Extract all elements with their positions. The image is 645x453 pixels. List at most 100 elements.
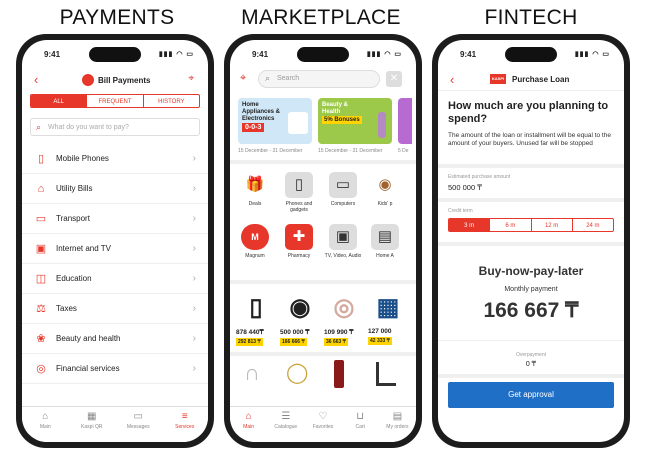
nav-messages[interactable]: ▭ Messages (115, 407, 162, 442)
ring-image: ◯ (286, 362, 309, 384)
divider (438, 90, 624, 91)
signal-icons: ▮▮▮ ◠ ▭ (158, 51, 194, 58)
pharmacy-icon: ✚ (285, 224, 313, 250)
category-tv[interactable]: ▣ TV, Video, Audio (322, 224, 364, 259)
chevron-right-icon: › (192, 183, 196, 194)
nav-label: Catalogue (274, 424, 298, 430)
amount-input[interactable]: 500 000 ₸ (448, 183, 482, 192)
chevron-right-icon: › (192, 363, 196, 374)
banner-partial[interactable] (398, 98, 412, 144)
product-card[interactable]: ◉ 500 000 ₸ 166 666 ₸ (280, 290, 320, 346)
chevron-right-icon: › (192, 153, 196, 164)
divider (438, 374, 624, 378)
back-icon[interactable]: ‹ (450, 72, 454, 87)
product-price: 500 000 ₸ (280, 329, 310, 336)
term-3m[interactable]: 3 m (449, 219, 491, 231)
laptop-icon: ▭ (329, 172, 357, 198)
chevron-right-icon: › (192, 303, 196, 314)
nav-favorites[interactable]: ♡ Favorites (304, 407, 341, 442)
search-input[interactable]: ⌕ What do you want to pay? (30, 118, 200, 136)
product-card[interactable]: ◎ 109 990 ₸ 36 663 ₸ (324, 290, 364, 346)
divider (438, 198, 624, 202)
kaspi-logo-icon (82, 74, 94, 86)
status-time: 9:41 (460, 50, 477, 59)
list-item-transport[interactable]: ▭ Transport › (22, 204, 208, 234)
product-price: 109 990 ₸ (324, 329, 354, 336)
category-phones[interactable]: ▯ Phones and gadgets (278, 172, 320, 213)
term-6m[interactable]: 6 m (490, 219, 532, 231)
phone-fintech: 9:41 ▮▮▮ ◠ ▭ ‹ KASPI Purchase Loan How m… (432, 34, 630, 448)
nav-catalogue[interactable]: ☰ Catalogue (267, 407, 304, 442)
page-title: Purchase Loan (512, 75, 570, 84)
payments-tabs: ALL FREQUENT HISTORY (30, 94, 200, 108)
get-approval-button[interactable]: Get approval (448, 382, 614, 408)
page-title: Bill Payments (98, 76, 151, 85)
product-card[interactable]: ▦ 127 000 42 333 ₸ (368, 290, 408, 345)
category-magnum[interactable]: M Magnum (234, 224, 276, 259)
term-12m[interactable]: 12 m (532, 219, 573, 231)
banner-badge: 5% Bonuses (322, 116, 362, 124)
tab-history[interactable]: HISTORY (144, 95, 199, 107)
tab-frequent[interactable]: FREQUENT (87, 95, 144, 107)
catalogue-icon: ☰ (281, 411, 291, 422)
product-card[interactable]: ▯ 878 440₸ 292 813 ₸ (236, 290, 276, 346)
term-selector: 3 m 6 m 12 m 24 m (448, 218, 614, 232)
nav-services[interactable]: ≡ Services (162, 407, 209, 442)
nav-label: Main (39, 424, 51, 430)
back-icon[interactable]: ‹ (34, 72, 38, 87)
category-label: Phones and gadgets (285, 201, 313, 213)
heart-icon: ♡ (318, 411, 328, 422)
list-item-label: Transport (56, 214, 90, 223)
location-pin-icon[interactable]: ⌖ (188, 73, 194, 84)
nav-label: Services (175, 424, 195, 430)
category-pharmacy[interactable]: ✚ Pharmacy (278, 224, 320, 259)
banner-appliances[interactable]: Home Appliances & Electronics 0-0-3 (238, 98, 312, 144)
appliance-image (288, 112, 308, 134)
divider (438, 164, 624, 168)
banner-dates: 15 December - 31 December (318, 148, 383, 154)
category-deals[interactable]: 🎁 Deals (234, 172, 276, 207)
list-item-taxes[interactable]: ⚖ Taxes › (22, 294, 208, 324)
list-item-mobile-phones[interactable]: ▯ Mobile Phones › (22, 144, 208, 174)
category-home[interactable]: ▤ Home A (366, 224, 404, 259)
scales-icon: ⚖ (36, 302, 46, 315)
nav-main[interactable]: ⌂ Main (230, 407, 267, 442)
installment-badge: 36 663 ₸ (324, 338, 348, 346)
search-input[interactable]: ⌕ Search (258, 70, 380, 88)
phone-icon: ▯ (37, 152, 45, 165)
dynamic-island (505, 47, 557, 62)
list-item-utility-bills[interactable]: ⌂ Utility Bills › (22, 174, 208, 204)
nav-cart[interactable]: ⊔ Cart (342, 407, 379, 442)
list-item-label: Taxes (56, 304, 77, 313)
nav-kaspi-qr[interactable]: ▦ Kaspi QR (69, 407, 116, 442)
location-pin-icon[interactable]: ⌖ (240, 72, 246, 85)
dynamic-island (89, 47, 141, 62)
description-text: The amount of the loan or installment wi… (448, 132, 611, 147)
chevron-right-icon: › (192, 333, 196, 344)
category-kids[interactable]: ◉ Kids' p (366, 172, 404, 207)
list-item-label: Beauty and health (56, 334, 121, 343)
home-icon: ⌂ (42, 411, 49, 422)
list-item-beauty-health[interactable]: ❀ Beauty and health › (22, 324, 208, 354)
term-24m[interactable]: 24 m (573, 219, 613, 231)
overpayment-value: 0 ₸ (525, 361, 537, 368)
clear-icon[interactable]: ✕ (386, 71, 402, 87)
list-item-internet-tv[interactable]: ▣ Internet and TV › (22, 234, 208, 264)
nav-my-orders[interactable]: ▤ My orders (379, 407, 416, 442)
hair-tool-image (378, 112, 386, 138)
banner-beauty[interactable]: Beauty & Health 5% Bonuses (318, 98, 392, 144)
nav-label: Main (243, 424, 255, 430)
category-label: Computers (330, 201, 356, 207)
tab-all[interactable]: ALL (31, 95, 88, 107)
divider (438, 242, 624, 246)
book-icon: ◫ (35, 272, 47, 285)
nav-main[interactable]: ⌂ Main (22, 407, 69, 442)
menu-icon: ≡ (181, 411, 188, 422)
treadmill-image (376, 362, 396, 386)
bus-icon: ▭ (35, 212, 47, 225)
list-item-education[interactable]: ◫ Education › (22, 264, 208, 294)
category-computers[interactable]: ▭ Computers (322, 172, 364, 207)
banner-dates: 15 December - 31 December (238, 148, 303, 154)
amount-label: Estimated purchase amount (448, 174, 511, 180)
list-item-financial-services[interactable]: ◎ Financial services › (22, 354, 208, 384)
